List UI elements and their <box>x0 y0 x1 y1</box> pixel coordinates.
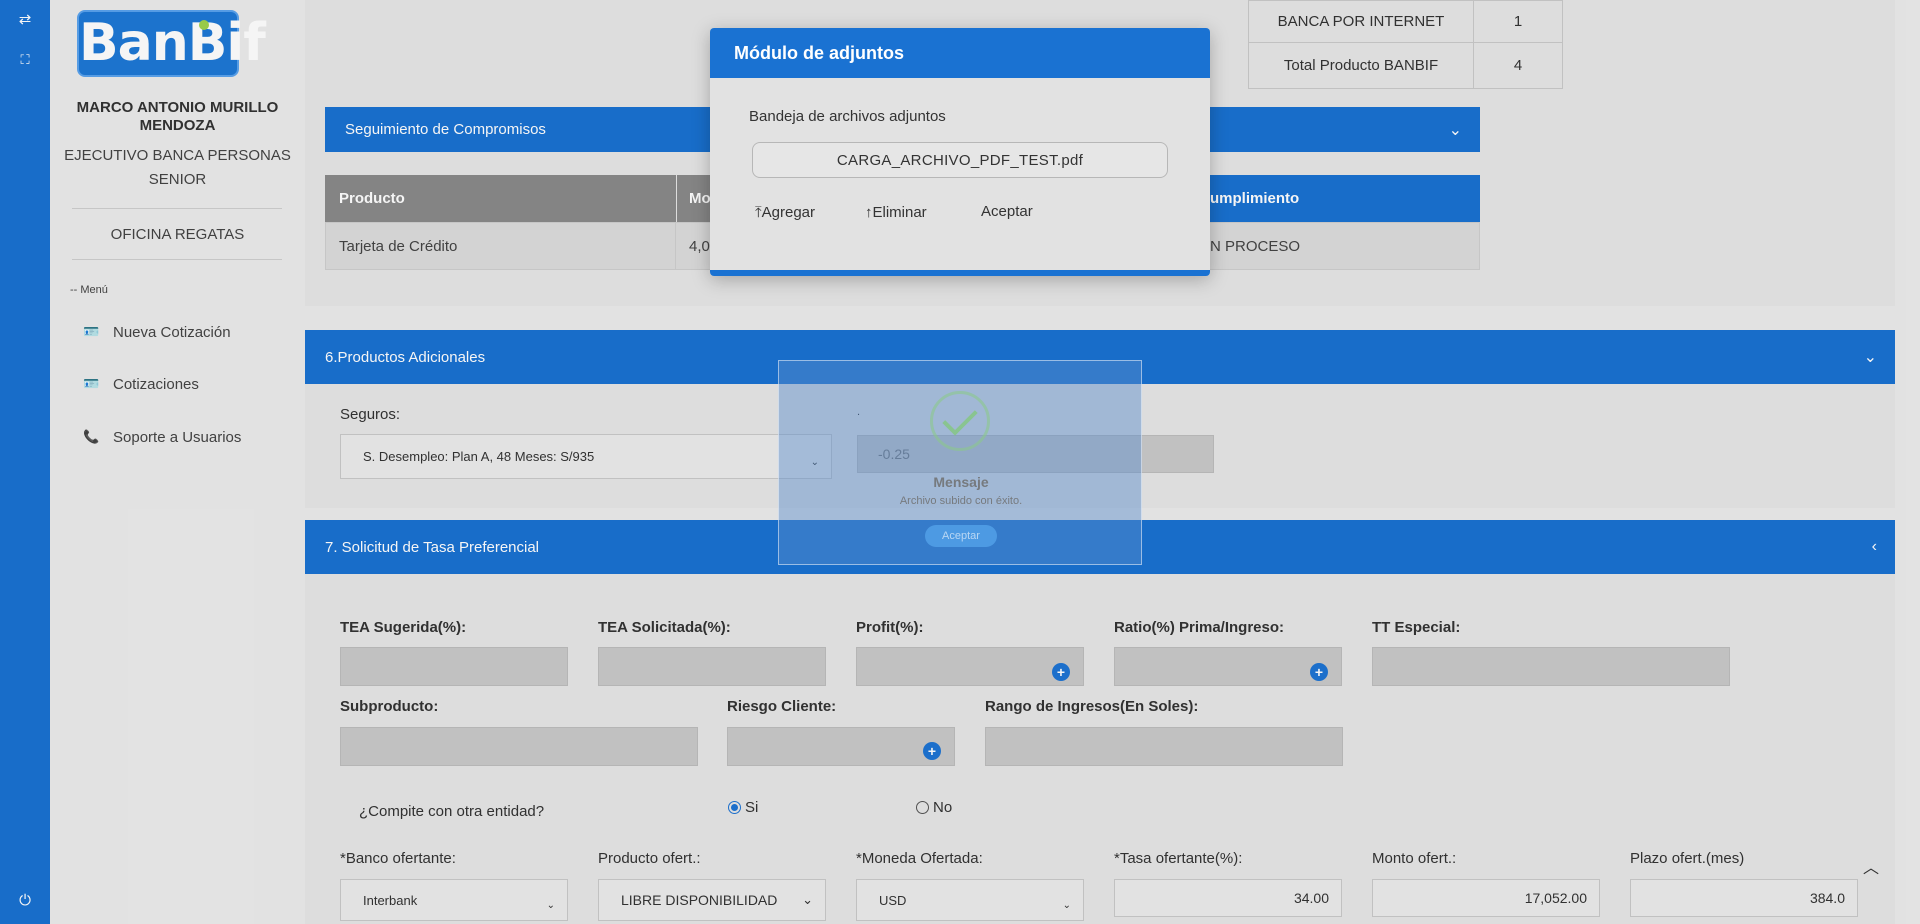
modal-subtitle: Bandeja de archivos adjuntos <box>749 108 946 125</box>
modal-footer-bar <box>710 270 1210 276</box>
attachments-modal: Módulo de adjuntos Bandeja de archivos a… <box>710 28 1210 276</box>
delete-button[interactable]: ↑Eliminar <box>865 204 927 221</box>
upload-icon: ⤒ <box>755 204 762 221</box>
checkmark-icon <box>930 391 990 451</box>
toast-title: Mensaje <box>933 474 989 490</box>
success-toast: Mensaje Archivo subido con éxito. Acepta… <box>778 360 1142 565</box>
toast-message: Archivo subido con éxito. <box>899 495 1023 507</box>
modal-title: Módulo de adjuntos <box>710 28 1210 78</box>
arrow-up-icon: ↑ <box>865 204 873 221</box>
attached-file[interactable]: CARGA_ARCHIVO_PDF_TEST.pdf <box>752 142 1168 178</box>
add-button[interactable]: ⤒Agregar <box>755 204 815 221</box>
toast-accept-button[interactable]: Aceptar <box>925 525 997 547</box>
accept-button[interactable]: Aceptar <box>981 203 1033 220</box>
